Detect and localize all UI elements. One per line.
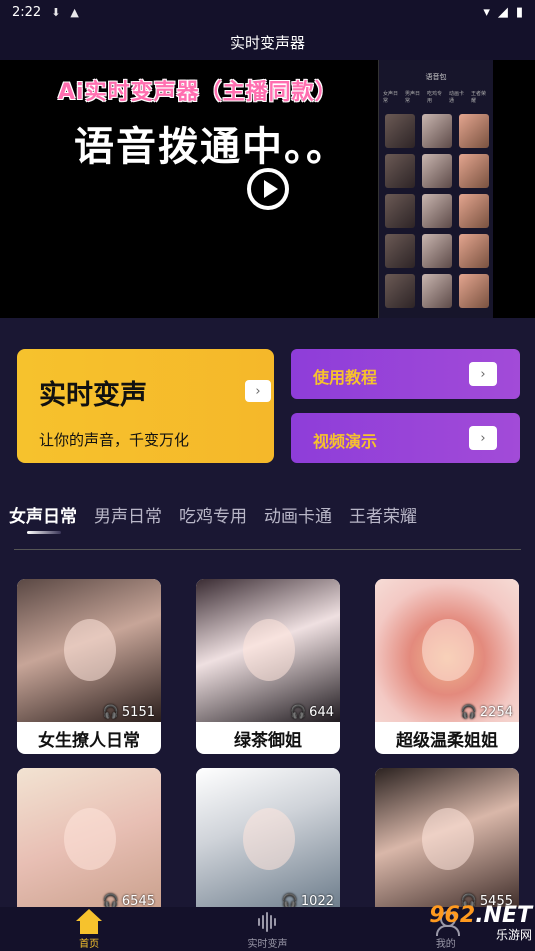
headphones-icon: 🎧 [102,705,119,720]
preview-thumb [422,274,452,308]
preview-thumb [459,194,489,228]
preview-thumb [459,274,489,308]
preview-tab: 女声日常 [383,91,399,104]
preview-thumb [459,154,489,188]
user-icon [432,909,460,936]
preview-tabs: 女声日常 男声日常 吃鸡专用 动画卡通 王者荣耀 [379,82,493,104]
preview-thumb [385,234,415,268]
preview-title: 语音包 [425,73,447,81]
wifi-icon: ▾ [483,4,490,20]
avatar [64,808,116,870]
voice-card[interactable]: 🎧 644 绿茶御姐 [196,579,340,754]
preview-thumb [385,114,415,148]
nav-home[interactable]: 首页 [29,908,149,950]
app-header: 实时变声器 [0,24,535,60]
tab-anime-cartoon[interactable]: 动画卡通 [264,502,332,527]
preview-thumb [385,194,415,228]
preview-thumb [422,154,452,188]
voice-name: 绿茶御姐 [234,730,302,751]
avatar [64,619,116,681]
voice-card[interactable]: 🎧 5151 女生撩人日常 [17,579,161,754]
chevron-right-icon: › [469,362,497,386]
preview-tab: 吃鸡专用 [427,91,443,104]
headphones-icon: 🎧 [460,705,477,720]
card-title: 视频演示 [313,432,378,451]
avatar [422,808,474,870]
card-title: 实时变声 [39,380,147,411]
card-description: 让你的声音，千变万化 [39,431,190,449]
category-tabs: 女声日常 男声日常 吃鸡专用 动画卡通 王者荣耀 [0,494,535,534]
play-count: 🎧 5151 [103,705,155,720]
voice-grid: 🎧 5151 女生撩人日常 🎧 644 绿茶御姐 🎧 2254 超级温柔姐姐 🎧 654… [17,579,520,943]
card-title: 使用教程 [313,368,378,387]
nav-label: 首页 [79,938,100,950]
download-icon: ⬇ [51,5,61,19]
tab-female-daily[interactable]: 女声日常 [9,502,77,527]
chevron-right-icon: › [469,426,497,450]
tab-male-daily[interactable]: 男声日常 [94,502,162,527]
status-time: 2:22 [12,4,42,20]
avatar [243,619,295,681]
voice-thumbnail: 🎧 5455 [375,768,519,911]
wave-icon [253,909,281,935]
tab-indicator [27,531,61,534]
preview-thumb [459,114,489,148]
voice-thumbnail: 🎧 2254 [375,579,519,722]
bottom-nav: 首页 实时变声 我的 [0,907,535,951]
video-demo-card[interactable]: 视频演示 › [291,413,520,463]
voice-thumbnail: 🎧 644 [196,579,340,722]
video-subtitle-text: 语音拨通中。。 [74,124,348,170]
play-count: 🎧 2254 [461,705,513,720]
tab-pubg[interactable]: 吃鸡专用 [179,502,247,527]
nav-realtime-voice[interactable]: 实时变声 [207,909,327,950]
battery-icon: ▮ [515,4,523,20]
tutorial-card[interactable]: 使用教程 › [291,349,520,399]
preview-tab: 王者荣耀 [471,91,487,104]
preview-grid [379,104,493,308]
play-count: 🎧 644 [290,705,334,720]
voice-thumbnail: 🎧 6545 [17,768,161,911]
phone-preview-image: 语音包 女声日常 男声日常 吃鸡专用 动画卡通 王者荣耀 [378,60,493,318]
preview-thumb [459,234,489,268]
preview-thumb [422,114,452,148]
preview-tab: 动画卡通 [449,91,465,104]
voice-name: 超级温柔姐姐 [396,730,498,751]
video-title-text: Ai实时变声器（主播同款） [58,80,338,105]
divider [14,549,521,550]
headphones-icon: 🎧 [289,705,307,720]
video-player[interactable]: Ai实时变声器（主播同款） 语音拨通中。。 语音包 女声日常 男声日常 吃鸡专用… [0,60,535,318]
preview-tab: 男声日常 [405,91,421,104]
avatar [243,808,295,870]
voice-name: 女生撩人日常 [38,730,140,751]
play-count-value: 2254 [479,705,513,720]
voice-card[interactable]: 🎧 2254 超级温柔姐姐 [375,579,519,754]
avatar [422,619,474,681]
play-count-value: 644 [309,705,334,720]
play-count-value: 5151 [121,705,155,720]
nav-label: 我的 [435,938,456,950]
chevron-right-icon: › [245,380,271,402]
status-bar: 2:22 ⬇ ▲ ▾ ◢ ▮ [0,0,535,24]
preview-thumb [385,154,415,188]
voice-thumbnail: 🎧 1022 [196,768,340,911]
preview-thumb [385,274,415,308]
preview-thumb [422,194,452,228]
notification-icon: ▲ [70,5,79,19]
nav-label: 实时变声 [247,938,288,950]
nav-mine[interactable]: 我的 [386,909,506,950]
home-icon [75,908,103,935]
signal-icon: ◢ [497,4,508,20]
voice-thumbnail: 🎧 5151 [17,579,161,722]
tab-honor-of-kings[interactable]: 王者荣耀 [349,502,417,527]
page-title: 实时变声器 [229,33,305,52]
realtime-voice-change-card[interactable]: 实时变声 让你的声音，千变万化 › [17,349,274,463]
play-icon[interactable] [247,168,289,210]
preview-thumb [422,234,452,268]
